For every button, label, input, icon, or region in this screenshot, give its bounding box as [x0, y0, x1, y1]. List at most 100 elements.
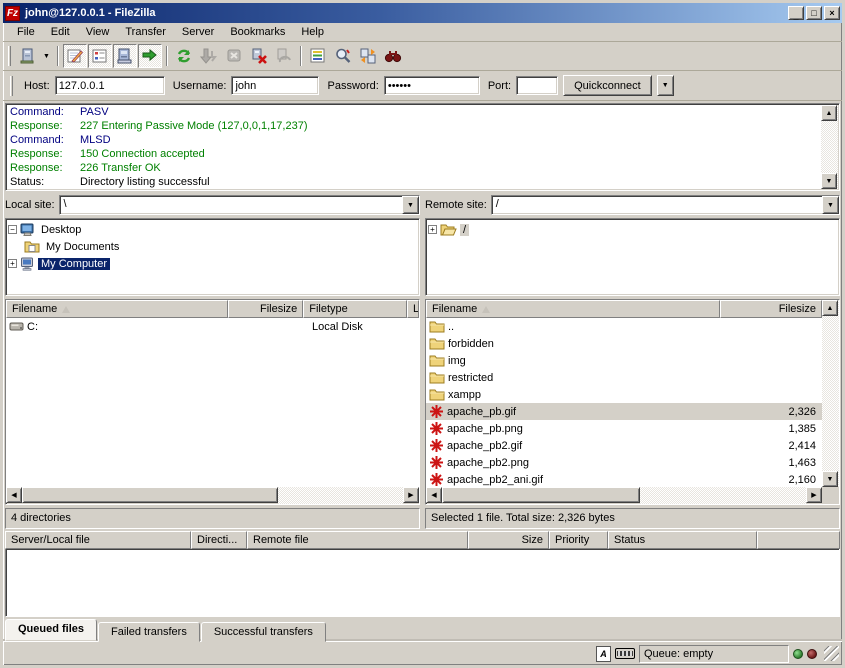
scroll-left-icon[interactable]: ◀ [6, 487, 22, 503]
menu-edit[interactable]: Edit [43, 24, 78, 40]
transfer-type-icon[interactable]: A [596, 646, 611, 662]
combo-dropdown-icon[interactable]: ▼ [402, 196, 419, 214]
minimize-button[interactable]: _ [788, 6, 804, 20]
port-input[interactable] [516, 76, 558, 95]
menu-file[interactable]: File [9, 24, 43, 40]
collapse-icon[interactable]: − [8, 225, 17, 234]
remote-tree[interactable]: + / [425, 218, 840, 296]
quickconnect-button[interactable]: Quickconnect [563, 75, 652, 96]
remote-site-combo[interactable]: / ▼ [491, 195, 840, 215]
scrollbar-track[interactable] [278, 487, 403, 504]
transfer-queue[interactable]: Server/Local file Directi... Remote file… [5, 531, 840, 617]
remote-hscrollbar[interactable]: ◀ ▶ [426, 487, 839, 504]
column-header-last-modified[interactable]: L [407, 300, 419, 318]
remote-row-parent-dir[interactable]: .. [426, 318, 822, 335]
expand-icon[interactable]: + [8, 259, 17, 268]
host-input[interactable] [55, 76, 165, 95]
remote-row-file[interactable]: apache_pb2.gif 2,414 [426, 437, 822, 454]
message-log[interactable]: Command:PASV Response:227 Entering Passi… [5, 103, 840, 191]
menu-help[interactable]: Help [293, 24, 332, 40]
column-header-priority[interactable]: Priority [549, 531, 608, 549]
column-header-server-local-file[interactable]: Server/Local file [5, 531, 191, 549]
close-button[interactable]: × [824, 6, 840, 20]
site-manager-dropdown[interactable]: ▼ [40, 44, 53, 68]
local-list-body[interactable]: C: Local Disk [6, 318, 419, 487]
column-header-remote-file[interactable]: Remote file [247, 531, 468, 549]
local-hscrollbar[interactable]: ◀ ▶ [6, 487, 419, 504]
tree-item-desktop[interactable]: − Desktop [8, 221, 417, 238]
combo-dropdown-icon[interactable]: ▼ [822, 196, 839, 214]
column-header-filesize[interactable]: Filesize [228, 300, 303, 318]
disconnect-button[interactable] [247, 44, 271, 68]
tab-queued-files[interactable]: Queued files [5, 619, 97, 641]
remote-row-folder[interactable]: xampp [426, 386, 822, 403]
scroll-down-icon[interactable]: ▼ [821, 173, 837, 189]
resize-grip[interactable] [824, 646, 839, 661]
title-bar[interactable]: Fz john@127.0.0.1 - FileZilla _ □ × [3, 3, 842, 23]
maximize-button[interactable]: □ [806, 6, 822, 20]
scrollbar-thumb[interactable] [22, 487, 278, 503]
reconnect-button[interactable] [272, 44, 296, 68]
scroll-up-icon[interactable]: ▲ [822, 300, 838, 316]
local-row-c-drive[interactable]: C: Local Disk [6, 318, 419, 335]
tree-item-root[interactable]: + / [428, 221, 837, 238]
tree-item-my-computer[interactable]: + My Computer [8, 255, 417, 272]
toggle-remote-tree-button[interactable] [113, 44, 137, 68]
remote-row-folder[interactable]: forbidden [426, 335, 822, 352]
remote-row-folder[interactable]: img [426, 352, 822, 369]
expand-icon[interactable]: + [428, 225, 437, 234]
log-label: Response: [6, 147, 80, 161]
scrollbar-thumb[interactable] [442, 487, 640, 503]
scrollbar-track[interactable] [640, 487, 806, 504]
queue-body[interactable] [5, 549, 840, 617]
column-header-direction[interactable]: Directi... [191, 531, 247, 549]
password-input[interactable] [384, 76, 480, 95]
filter-button[interactable] [306, 44, 330, 68]
username-input[interactable] [231, 76, 319, 95]
tab-failed-transfers[interactable]: Failed transfers [98, 622, 200, 642]
image-file-icon [429, 404, 444, 419]
scroll-right-icon[interactable]: ▶ [806, 487, 822, 503]
column-header-filename[interactable]: Filename [6, 300, 228, 318]
scroll-left-icon[interactable]: ◀ [426, 487, 442, 503]
directory-comparison-button[interactable] [331, 44, 355, 68]
remote-row-file[interactable]: apache_pb2_ani.gif 2,160 [426, 471, 822, 487]
column-header-filetype[interactable]: Filetype [303, 300, 407, 318]
toggle-message-log-button[interactable] [63, 44, 87, 68]
column-header-size[interactable]: Size [468, 531, 549, 549]
remote-list-body[interactable]: .. forbidden img [426, 318, 839, 487]
log-scrollbar[interactable]: ▲ ▼ [821, 105, 838, 189]
cancel-operation-button[interactable] [222, 44, 246, 68]
remote-row-folder[interactable]: restricted [426, 369, 822, 386]
quickconnect-dropdown[interactable]: ▼ [657, 75, 674, 96]
remote-row-file[interactable]: apache_pb.png 1,385 [426, 420, 822, 437]
tab-successful-transfers[interactable]: Successful transfers [201, 622, 326, 642]
toggle-local-tree-button[interactable] [88, 44, 112, 68]
local-panel: Local site: \ ▼ − Desktop [5, 195, 420, 529]
speed-limit-icon[interactable] [615, 648, 635, 659]
local-tree[interactable]: − Desktop My Documents + [5, 218, 420, 296]
column-header-filename[interactable]: Filename [426, 300, 720, 318]
scroll-down-icon[interactable]: ▼ [822, 471, 838, 487]
remote-file-list[interactable]: Filename Filesize .. [425, 299, 840, 505]
local-file-list[interactable]: Filename Filesize Filetype L [5, 299, 420, 505]
process-queue-button[interactable] [197, 44, 221, 68]
scroll-right-icon[interactable]: ▶ [403, 487, 419, 503]
column-header-status[interactable]: Status [608, 531, 757, 549]
remote-row-file-selected[interactable]: apache_pb.gif 2,326 [426, 403, 822, 420]
menu-view[interactable]: View [78, 24, 118, 40]
menu-server[interactable]: Server [174, 24, 222, 40]
remote-vscrollbar[interactable]: ▲ ▼ [822, 300, 839, 487]
local-site-combo[interactable]: \ ▼ [59, 195, 420, 215]
synchronized-browsing-button[interactable] [356, 44, 380, 68]
refresh-button[interactable] [172, 44, 196, 68]
remote-row-file[interactable]: apache_pb2.png 1,463 [426, 454, 822, 471]
column-header-filesize[interactable]: Filesize [720, 300, 822, 318]
find-files-button[interactable] [381, 44, 405, 68]
toggle-transfer-queue-button[interactable] [138, 44, 162, 68]
menu-transfer[interactable]: Transfer [117, 24, 174, 40]
scroll-up-icon[interactable]: ▲ [821, 105, 837, 121]
menu-bookmarks[interactable]: Bookmarks [222, 24, 293, 40]
tree-item-my-documents[interactable]: My Documents [8, 238, 417, 255]
site-manager-button[interactable] [15, 44, 39, 68]
